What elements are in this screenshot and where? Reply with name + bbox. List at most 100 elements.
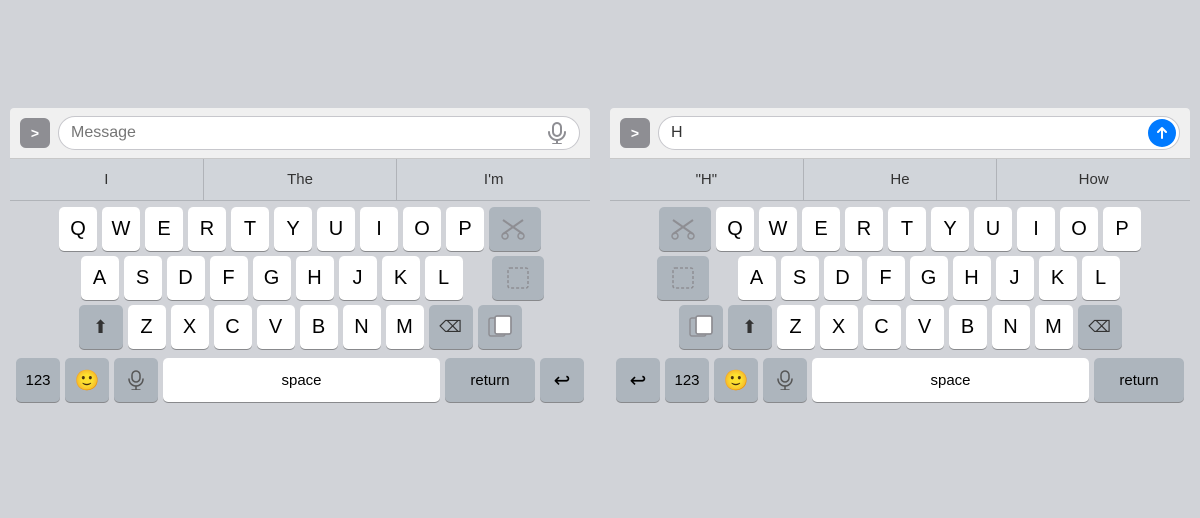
key-H-left[interactable]: H: [296, 256, 334, 300]
key-T-right[interactable]: T: [888, 207, 926, 251]
key-P-left[interactable]: P: [446, 207, 484, 251]
key-H-right[interactable]: H: [953, 256, 991, 300]
bottom-row-left: 123 🙂 space return ↩: [13, 354, 587, 406]
key-mic-bottom-right[interactable]: [763, 358, 807, 402]
key-row-3-right: ⬆ Z X C V B N M ⌫: [613, 305, 1187, 349]
key-B-left[interactable]: B: [300, 305, 338, 349]
key-R-right[interactable]: R: [845, 207, 883, 251]
key-I-right[interactable]: I: [1017, 207, 1055, 251]
key-clipboard-dashed-left[interactable]: [492, 256, 544, 300]
message-input-wrapper-right: [658, 116, 1180, 150]
key-Z-right[interactable]: Z: [777, 305, 815, 349]
key-cut-left[interactable]: [489, 207, 541, 251]
key-shift-right[interactable]: ⬆: [728, 305, 772, 349]
message-input-wrapper-left: [58, 116, 580, 150]
predictive-item-1-right[interactable]: He: [804, 159, 998, 200]
key-clipboard-dashed-right[interactable]: [657, 256, 709, 300]
top-bar-left: >: [10, 108, 590, 159]
key-F-right[interactable]: F: [867, 256, 905, 300]
key-Q-left[interactable]: Q: [59, 207, 97, 251]
key-X-right[interactable]: X: [820, 305, 858, 349]
message-input-right[interactable]: [658, 116, 1180, 150]
key-shift-left[interactable]: ⬆: [79, 305, 123, 349]
key-space-left[interactable]: space: [163, 358, 440, 402]
key-paste-right[interactable]: [679, 305, 723, 349]
key-num-left[interactable]: 123: [16, 358, 60, 402]
key-M-left[interactable]: M: [386, 305, 424, 349]
key-J-right[interactable]: J: [996, 256, 1034, 300]
predictive-item-1-left[interactable]: The: [204, 159, 398, 200]
key-T-left[interactable]: T: [231, 207, 269, 251]
key-J-left[interactable]: J: [339, 256, 377, 300]
key-row-2-right: A S D F G H J K L: [613, 256, 1187, 300]
predictive-item-0-right[interactable]: "H": [610, 159, 804, 200]
key-O-left[interactable]: O: [403, 207, 441, 251]
key-delete-left[interactable]: ⌫: [429, 305, 473, 349]
key-undo-right[interactable]: ↩: [616, 358, 660, 402]
key-K-right[interactable]: K: [1039, 256, 1077, 300]
key-E-left[interactable]: E: [145, 207, 183, 251]
key-W-left[interactable]: W: [102, 207, 140, 251]
key-C-right[interactable]: C: [863, 305, 901, 349]
key-O-right[interactable]: O: [1060, 207, 1098, 251]
message-input-left[interactable]: [58, 116, 580, 150]
key-return-right[interactable]: return: [1094, 358, 1184, 402]
key-B-right[interactable]: B: [949, 305, 987, 349]
key-A-right[interactable]: A: [738, 256, 776, 300]
key-space-right[interactable]: space: [812, 358, 1089, 402]
keyboard-right: Q W E R T Y U I O P A S D F G H J: [610, 201, 1190, 410]
key-return-left[interactable]: return: [445, 358, 535, 402]
predictive-item-2-left[interactable]: I'm: [397, 159, 590, 200]
key-V-right[interactable]: V: [906, 305, 944, 349]
key-W-right[interactable]: W: [759, 207, 797, 251]
key-K-left[interactable]: K: [382, 256, 420, 300]
predictive-item-0-left[interactable]: I: [10, 159, 204, 200]
key-num-right[interactable]: 123: [665, 358, 709, 402]
key-U-left[interactable]: U: [317, 207, 355, 251]
key-S-left[interactable]: S: [124, 256, 162, 300]
key-L-right[interactable]: L: [1082, 256, 1120, 300]
top-bar-right: >: [610, 108, 1190, 159]
bottom-row-right: ↩ 123 🙂 space return: [613, 354, 1187, 406]
send-button-right[interactable]: [1148, 119, 1176, 147]
key-D-left[interactable]: D: [167, 256, 205, 300]
key-X-left[interactable]: X: [171, 305, 209, 349]
arrow-button-left[interactable]: >: [20, 118, 50, 148]
key-paste-left[interactable]: [478, 305, 522, 349]
key-I-left[interactable]: I: [360, 207, 398, 251]
key-emoji-left[interactable]: 🙂: [65, 358, 109, 402]
key-A-left[interactable]: A: [81, 256, 119, 300]
key-delete-right[interactable]: ⌫: [1078, 305, 1122, 349]
key-Z-left[interactable]: Z: [128, 305, 166, 349]
mic-icon-left[interactable]: [548, 122, 570, 144]
arrow-button-right[interactable]: >: [620, 118, 650, 148]
key-undo-left[interactable]: ↩: [540, 358, 584, 402]
key-U-right[interactable]: U: [974, 207, 1012, 251]
key-R-left[interactable]: R: [188, 207, 226, 251]
key-Q-right[interactable]: Q: [716, 207, 754, 251]
key-cut-right[interactable]: [659, 207, 711, 251]
key-D-right[interactable]: D: [824, 256, 862, 300]
predictive-bar-right: "H" He How: [610, 159, 1190, 201]
key-C-left[interactable]: C: [214, 305, 252, 349]
key-F-left[interactable]: F: [210, 256, 248, 300]
key-emoji-right[interactable]: 🙂: [714, 358, 758, 402]
key-S-right[interactable]: S: [781, 256, 819, 300]
key-G-right[interactable]: G: [910, 256, 948, 300]
key-E-right[interactable]: E: [802, 207, 840, 251]
key-G-left[interactable]: G: [253, 256, 291, 300]
key-mic-bottom-left[interactable]: [114, 358, 158, 402]
keyboard-panel-left: > I The I'm Q W E R T Y: [10, 108, 590, 410]
key-L-left[interactable]: L: [425, 256, 463, 300]
key-M-right[interactable]: M: [1035, 305, 1073, 349]
predictive-item-2-right[interactable]: How: [997, 159, 1190, 200]
key-row-3-left: ⬆ Z X C V B N M ⌫: [13, 305, 587, 349]
key-P-right[interactable]: P: [1103, 207, 1141, 251]
key-N-left[interactable]: N: [343, 305, 381, 349]
key-Y-right[interactable]: Y: [931, 207, 969, 251]
keyboard-panel-right: > "H" He How Q: [610, 108, 1190, 410]
keyboard-left: Q W E R T Y U I O P A S D: [10, 201, 590, 410]
key-N-right[interactable]: N: [992, 305, 1030, 349]
key-V-left[interactable]: V: [257, 305, 295, 349]
key-Y-left[interactable]: Y: [274, 207, 312, 251]
